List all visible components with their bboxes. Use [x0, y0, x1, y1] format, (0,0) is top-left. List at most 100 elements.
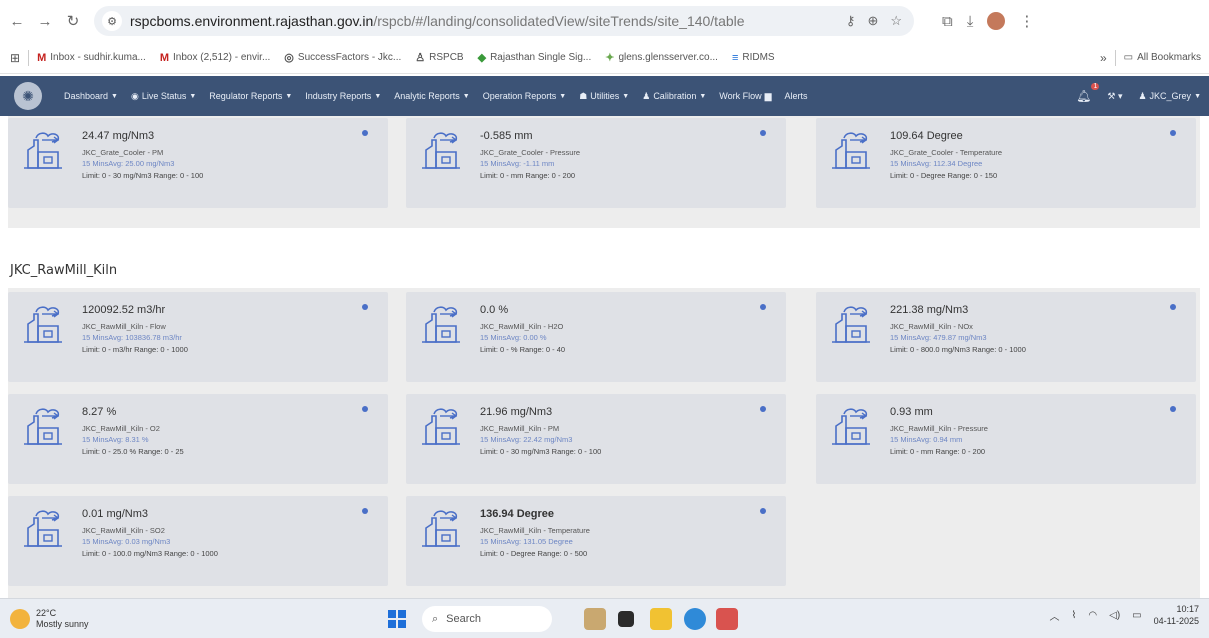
notification-bell-icon[interactable]: 🔔︎ 1: [1076, 83, 1100, 103]
parameter-avg: 15 MinsAvg: 0.03 mg/Nm3: [82, 537, 171, 546]
profile-avatar[interactable]: [987, 12, 1006, 30]
status-dot: [362, 130, 368, 136]
password-key-icon[interactable]: ⚷: [846, 13, 856, 29]
reload-icon[interactable]: ↻: [62, 10, 84, 32]
menu-label: Regulator Reports: [209, 91, 283, 101]
parameter-card[interactable]: 109.64 Degree JKC_Grate_Cooler - Tempera…: [816, 118, 1196, 208]
menu-label: Alerts: [784, 91, 808, 101]
parameter-value: 221.38 mg/Nm3: [890, 304, 969, 316]
bookmark-item[interactable]: ♙ RSPCB: [415, 51, 463, 64]
browser-menu-icon[interactable]: ⋮: [1019, 12, 1034, 30]
parameter-limit: Limit: 0 - 30 mg/Nm3 Range: 0 - 100: [480, 447, 602, 456]
clock[interactable]: 10:17 04-11-2025: [1154, 603, 1199, 627]
menu-dashboard[interactable]: Dashboard ▼: [64, 91, 118, 101]
forward-icon[interactable]: →: [34, 10, 56, 32]
pdf-app-icon[interactable]: [716, 608, 738, 630]
menu-live-status[interactable]: ◉ Live Status ▼: [131, 91, 196, 102]
parameter-card[interactable]: 21.96 mg/Nm3 JKC_RawMill_Kiln - PM 15 Mi…: [406, 394, 786, 484]
menu-calibration[interactable]: ♟ Calibration ▼: [642, 91, 706, 102]
caret-down-icon: ▼: [559, 92, 567, 100]
battery-icon[interactable]: ▭: [1132, 610, 1141, 621]
parameter-avg: 15 MinsAvg: 112.34 Degree: [890, 159, 983, 168]
menu-work-flow[interactable]: Work Flow ▆: [719, 91, 771, 102]
factory-icon: [420, 130, 462, 170]
windows-start-icon[interactable]: [388, 610, 406, 628]
download-icon[interactable]: ⤓: [967, 13, 974, 30]
menu-alerts[interactable]: Alerts: [785, 91, 808, 101]
bookmark-item[interactable]: ≡ RIDMS: [732, 52, 775, 64]
clock-date: 04-11-2025: [1153, 616, 1199, 626]
parameter-card[interactable]: 24.47 mg/Nm3 JKC_Grate_Cooler - PM 15 Mi…: [8, 118, 388, 208]
bookmark-label: Inbox - sudhir.kuma...: [50, 52, 146, 63]
parameter-card[interactable]: 0.93 mm JKC_RawMill_Kiln - Pressure 15 M…: [816, 394, 1196, 484]
apps-grid-icon[interactable]: ⊞: [10, 51, 20, 65]
task-view-icon[interactable]: [618, 611, 634, 627]
taskbar: 22°C Mostly sunny ⌕ Search ︿ ⌇ ◠ ◁) ▭ 10…: [0, 598, 1209, 638]
caret-down-icon: ▼: [374, 92, 382, 100]
parameter-limit: Limit: 0 - % Range: 0 - 40: [480, 345, 566, 354]
volume-icon[interactable]: ◁): [1109, 610, 1120, 621]
menu-industry-reports[interactable]: Industry Reports ▼: [305, 91, 381, 101]
menu-analytic-reports[interactable]: Analytic Reports ▼: [394, 91, 469, 101]
parameter-name: JKC_Grate_Cooler - Temperature: [890, 148, 1002, 157]
bookmark-item[interactable]: ◎ SuccessFactors - Jkc...: [284, 51, 401, 64]
more-bookmarks-icon[interactable]: »: [1100, 51, 1107, 65]
parameter-card[interactable]: 8.27 % JKC_RawMill_Kiln - O2 15 MinsAvg:…: [8, 394, 388, 484]
system-tray: ︿ ⌇ ◠ ◁) ▭ 10:17 04-11-2025: [1050, 603, 1199, 627]
factory-icon: [420, 406, 462, 446]
bookmark-item[interactable]: M Inbox (2,512) - envir...: [160, 52, 270, 64]
parameter-limit: Limit: 0 - 800.0 mg/Nm3 Range: 0 - 1000: [890, 345, 1026, 354]
site-info-icon[interactable]: ⚙: [102, 11, 122, 31]
notification-badge: 1: [1091, 83, 1100, 90]
wifi-icon[interactable]: ◠: [1088, 610, 1097, 621]
parameter-avg: 15 MinsAvg: 131.05 Degree: [480, 537, 573, 546]
person-icon: ♟: [642, 90, 651, 101]
back-icon[interactable]: ←: [6, 10, 28, 32]
weather-condition: Mostly sunny: [36, 618, 89, 629]
bookmark-item[interactable]: M Inbox - sudhir.kuma...: [37, 52, 146, 64]
tools-icon[interactable]: ⚒ ▾: [1107, 91, 1122, 102]
browser-toolbar: ← → ↻ ⚙ rspcboms.environment.rajasthan.g…: [0, 0, 1209, 42]
menu-label: Utilities: [590, 91, 620, 101]
parameter-card[interactable]: 221.38 mg/Nm3 JKC_RawMill_Kiln - NOx 15 …: [816, 292, 1196, 382]
all-bookmarks-button[interactable]: ▭ All Bookmarks: [1124, 52, 1201, 63]
network-icon[interactable]: ⌇: [1072, 610, 1077, 621]
menu-label: Calibration: [653, 91, 697, 101]
status-dot: [1170, 130, 1176, 136]
parameter-value: 136.94 Degree: [480, 508, 554, 520]
menu-label: Work Flow: [719, 91, 762, 101]
parameter-limit: Limit: 0 - 100.0 mg/Nm3 Range: 0 - 1000: [82, 549, 218, 558]
parameter-card[interactable]: -0.585 mm JKC_Grate_Cooler - Pressure 15…: [406, 118, 786, 208]
menu-operation-reports[interactable]: Operation Reports ▼: [483, 91, 566, 101]
file-explorer-icon[interactable]: [650, 608, 672, 630]
zoom-icon[interactable]: ⊕: [867, 13, 878, 29]
parameter-card[interactable]: 0.01 mg/Nm3 JKC_RawMill_Kiln - SO2 15 Mi…: [8, 496, 388, 586]
extensions-icon[interactable]: ⧉: [942, 13, 953, 30]
factory-icon: [830, 406, 872, 446]
weather-widget[interactable]: 22°C Mostly sunny: [10, 608, 89, 630]
user-menu[interactable]: ♟ JKC_Grey ▼: [1138, 91, 1201, 102]
widget-app-icon[interactable]: [584, 608, 606, 630]
status-dot: [760, 406, 766, 412]
parameter-card[interactable]: 120092.52 m3/hr JKC_RawMill_Kiln - Flow …: [8, 292, 388, 382]
weather-temp: 22°C: [36, 607, 57, 618]
bookmark-star-icon[interactable]: ☆: [890, 13, 902, 29]
parameter-card[interactable]: 136.94 Degree JKC_RawMill_Kiln - Tempera…: [406, 496, 786, 586]
taskbar-search[interactable]: ⌕ Search: [422, 606, 552, 632]
parameter-avg: 15 MinsAvg: -1.11 mm: [480, 159, 555, 168]
app-logo[interactable]: ✺: [14, 82, 42, 110]
menu-utilities[interactable]: ☗ Utilities ▼: [579, 91, 629, 102]
user-name: JKC_Grey: [1149, 91, 1192, 101]
parameter-avg: 15 MinsAvg: 25.00 mg/Nm3: [82, 159, 175, 168]
chrome-icon[interactable]: [684, 608, 706, 630]
show-hidden-icons[interactable]: ︿: [1050, 608, 1060, 623]
address-bar[interactable]: ⚙ rspcboms.environment.rajasthan.gov.in /…: [94, 6, 914, 36]
bookmark-item[interactable]: ◆ Rajasthan Single Sig...: [478, 51, 592, 64]
menu-regulator-reports[interactable]: Regulator Reports ▼: [209, 91, 292, 101]
bookmark-item[interactable]: ✦ glens.glensserver.co...: [605, 51, 718, 64]
parameter-card[interactable]: 0.0 % JKC_RawMill_Kiln - H2O 15 MinsAvg:…: [406, 292, 786, 382]
all-bookmarks-label: All Bookmarks: [1137, 52, 1201, 63]
search-icon: ⌕: [432, 612, 439, 625]
parameter-limit: Limit: 0 - mm Range: 0 - 200: [890, 447, 986, 456]
eye-icon: ◉: [130, 90, 139, 101]
